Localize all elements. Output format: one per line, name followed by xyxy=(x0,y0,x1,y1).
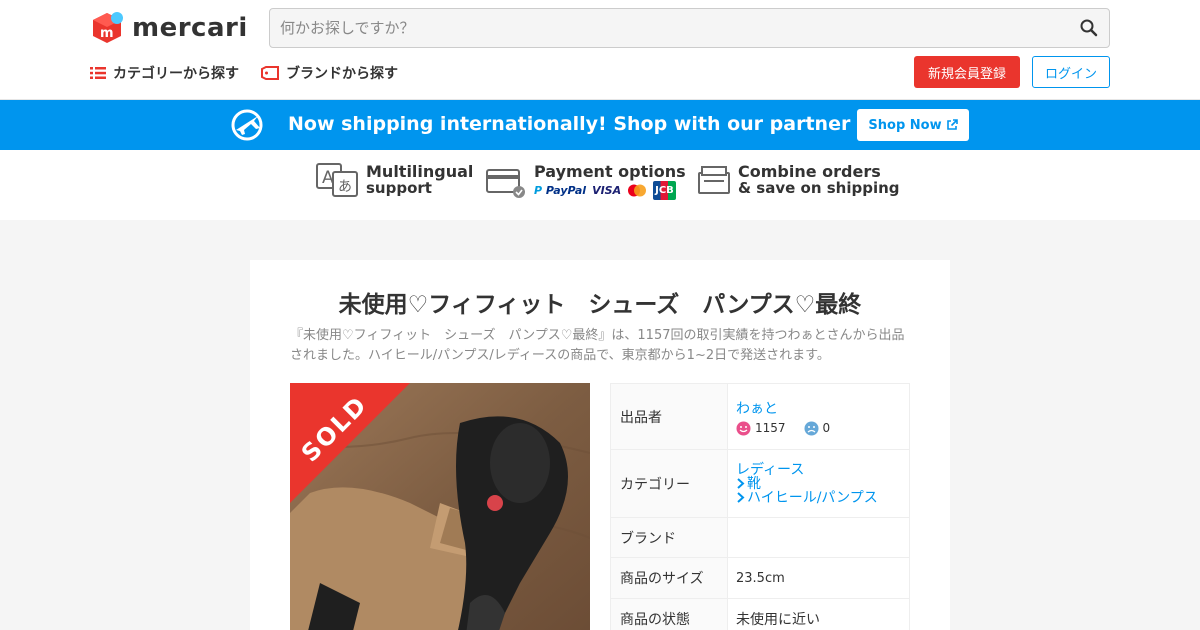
chevron-right-icon xyxy=(737,492,745,503)
feature-payment: Payment options P PayPal VISA JCB xyxy=(486,163,686,200)
payment-logos: P PayPal VISA JCB xyxy=(534,181,686,200)
tag-icon xyxy=(261,66,279,80)
seller-name-link[interactable]: わぁと xyxy=(736,401,778,417)
category-nav-label: カテゴリーから探す xyxy=(113,66,239,82)
detail-row-category: カテゴリー レディース 靴 ハイヒール/パンプス xyxy=(610,449,910,518)
item-title: 未使用♡フィフィット シューズ パンプス♡最終 xyxy=(338,292,862,318)
search-input[interactable] xyxy=(270,9,1070,47)
logo-text: mercari xyxy=(132,13,248,43)
detail-row-seller: 出品者 わぁと 1157 0 xyxy=(610,383,910,450)
seller-label: 出品者 xyxy=(610,383,728,450)
site-header: m mercari カテゴリーから探す ブランドから探す 新規会員登録 ログイン xyxy=(0,0,1200,100)
shop-now-label: Shop Now xyxy=(868,117,942,133)
sad-icon xyxy=(804,421,819,435)
combine-title: Combine orders xyxy=(738,162,881,181)
signup-button[interactable]: 新規会員登録 xyxy=(914,56,1020,88)
payment-title: Payment options xyxy=(534,162,686,181)
item-detail-table: 出品者 わぁと 1157 0 カテゴリー レディース 靴 ハイヒール/パンプス … xyxy=(610,383,910,630)
category-nav-link[interactable]: カテゴリーから探す xyxy=(90,63,239,83)
size-value: 23.5cm xyxy=(727,557,910,599)
brand-nav-link[interactable]: ブランドから探す xyxy=(261,63,398,83)
category-link-3[interactable]: ハイヒール/パンプス xyxy=(747,491,878,505)
category-cell: レディース 靴 ハイヒール/パンプス xyxy=(727,449,910,518)
rating-good-count: 1157 xyxy=(755,421,786,435)
login-button[interactable]: ログイン xyxy=(1032,56,1110,88)
banner-text: Now shipping internationally! Shop with … xyxy=(288,113,932,135)
svg-text:あ: あ xyxy=(338,179,352,195)
combine-sub: & save on shipping xyxy=(738,179,900,197)
category-link-1[interactable]: レディース xyxy=(736,463,804,477)
external-link-icon xyxy=(946,119,958,130)
size-label: 商品のサイズ xyxy=(610,557,728,599)
feature-combine: Combine orders & save on shipping xyxy=(698,163,900,197)
item-photo[interactable]: SOLD xyxy=(290,383,590,630)
feature-multilingual: A あ Multilingual support xyxy=(316,163,473,197)
search-bar xyxy=(269,8,1110,48)
category-label: カテゴリー xyxy=(610,449,728,518)
mercari-logo[interactable]: m mercari xyxy=(90,11,248,45)
search-icon[interactable] xyxy=(1079,18,1099,38)
seller-cell: わぁと 1157 0 xyxy=(727,383,910,450)
smile-icon xyxy=(736,421,751,435)
airplane-globe-icon xyxy=(231,109,263,141)
translate-icon: A あ xyxy=(316,163,358,197)
brand-label: ブランド xyxy=(610,517,728,558)
shop-now-button[interactable]: Shop Now xyxy=(857,109,969,141)
item-description: 『未使用♡フィフィット シューズ パンプス♡最終』は、1157回の取引実績を持つ… xyxy=(290,328,905,363)
condition-value: 未使用に近い xyxy=(727,598,910,630)
chevron-right-icon xyxy=(737,478,745,489)
rating-bad-count: 0 xyxy=(822,421,831,435)
multilingual-sub: support xyxy=(366,179,432,197)
category-link-2[interactable]: 靴 xyxy=(747,477,761,491)
list-icon xyxy=(90,67,106,79)
jcb-logo: JCB xyxy=(653,181,676,200)
features-strip: A あ Multilingual support Payment options… xyxy=(0,150,1200,220)
brand-nav-label: ブランドから探す xyxy=(286,66,398,82)
seller-rating: 1157 0 xyxy=(736,421,901,436)
mercari-logo-icon: m xyxy=(93,12,123,43)
brand-value xyxy=(727,517,910,558)
credit-card-icon xyxy=(486,168,525,198)
visa-logo: VISA xyxy=(592,184,622,197)
condition-label: 商品の状態 xyxy=(610,598,728,630)
detail-row-brand: ブランド xyxy=(610,517,910,558)
package-icon xyxy=(698,166,730,194)
detail-row-size: 商品のサイズ 23.5cm xyxy=(610,557,910,599)
buyee-banner: Now shipping internationally! Shop with … xyxy=(0,100,1200,150)
paypal-logo: P PayPal xyxy=(534,184,587,197)
svg-text:m: m xyxy=(100,26,114,41)
detail-row-condition: 商品の状態 未使用に近い xyxy=(610,598,910,630)
mastercard-logo xyxy=(628,184,647,197)
multilingual-title: Multilingual xyxy=(366,162,474,181)
item-card: 未使用♡フィフィット シューズ パンプス♡最終 『未使用♡フィフィット シューズ… xyxy=(250,260,950,630)
